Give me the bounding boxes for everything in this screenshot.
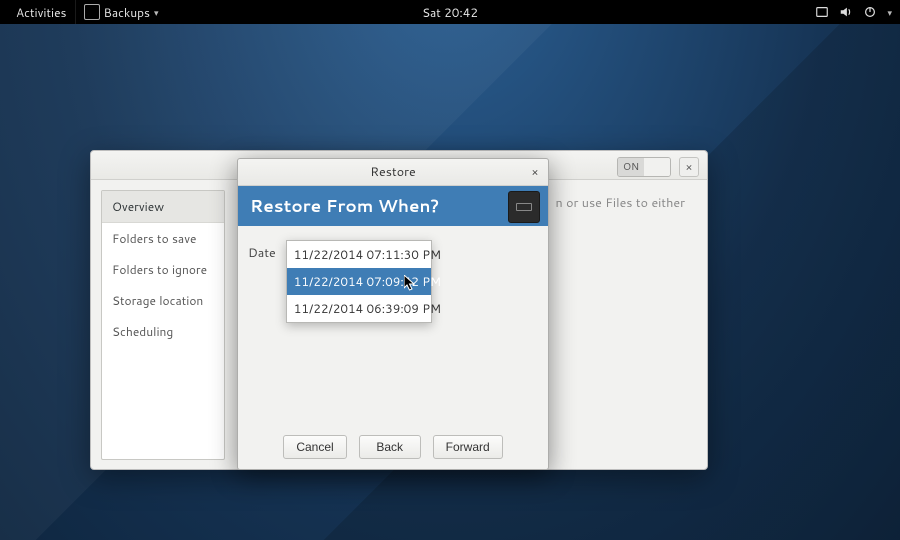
date-label: Date xyxy=(248,240,276,262)
power-icon[interactable] xyxy=(863,5,877,19)
date-dropdown-menu: 11/22/2014 07:11:30 PM 11/22/2014 07:09:… xyxy=(286,240,432,323)
top-panel: Activities Backups ▾ Sat 20:42 ▾ xyxy=(0,0,900,24)
window-close-button[interactable]: × xyxy=(679,157,699,177)
restore-dialog: Restore × Restore From When? Date 11/22/… xyxy=(237,158,549,470)
sidebar-item-folders-ignore[interactable]: Folders to ignore xyxy=(102,254,224,285)
backup-app-icon xyxy=(84,4,100,20)
chevron-down-icon: ▾ xyxy=(887,6,892,19)
overview-hint-partial: n or use Files to either xyxy=(555,194,685,212)
disk-icon xyxy=(508,191,540,223)
dialog-titlebar: Restore × xyxy=(238,159,548,186)
sidebar-item-scheduling[interactable]: Scheduling xyxy=(102,316,224,347)
forward-button[interactable]: Forward xyxy=(433,435,503,459)
volume-icon[interactable] xyxy=(839,5,853,19)
activities-button[interactable]: Activities xyxy=(8,0,75,24)
dialog-title: Restore xyxy=(370,163,415,181)
chevron-down-icon: ▾ xyxy=(154,6,159,19)
date-option-0[interactable]: 11/22/2014 07:11:30 PM xyxy=(287,241,431,268)
accessibility-icon[interactable] xyxy=(815,5,829,19)
date-option-1[interactable]: 11/22/2014 07:09:42 PM xyxy=(287,268,431,295)
app-menu[interactable]: Backups ▾ xyxy=(75,0,167,24)
cancel-button[interactable]: Cancel xyxy=(283,435,346,459)
back-button[interactable]: Back xyxy=(359,435,421,459)
date-option-2[interactable]: 11/22/2014 06:39:09 PM xyxy=(287,295,431,322)
desktop: Activities Backups ▾ Sat 20:42 ▾ ON xyxy=(0,0,900,540)
sidebar-item-storage[interactable]: Storage location xyxy=(102,285,224,316)
toggle-on-label: ON xyxy=(618,158,644,176)
backup-toggle[interactable]: ON xyxy=(617,157,671,177)
app-menu-label: Backups xyxy=(104,4,151,21)
dialog-heading: Restore From When? xyxy=(250,194,439,218)
dialog-close-button[interactable]: × xyxy=(528,165,542,179)
settings-sidebar: Overview Folders to save Folders to igno… xyxy=(101,190,225,460)
sidebar-item-folders-save[interactable]: Folders to save xyxy=(102,223,224,254)
dialog-heading-bar: Restore From When? xyxy=(238,186,548,226)
toggle-off-half xyxy=(644,158,670,176)
sidebar-item-overview[interactable]: Overview xyxy=(102,191,224,223)
